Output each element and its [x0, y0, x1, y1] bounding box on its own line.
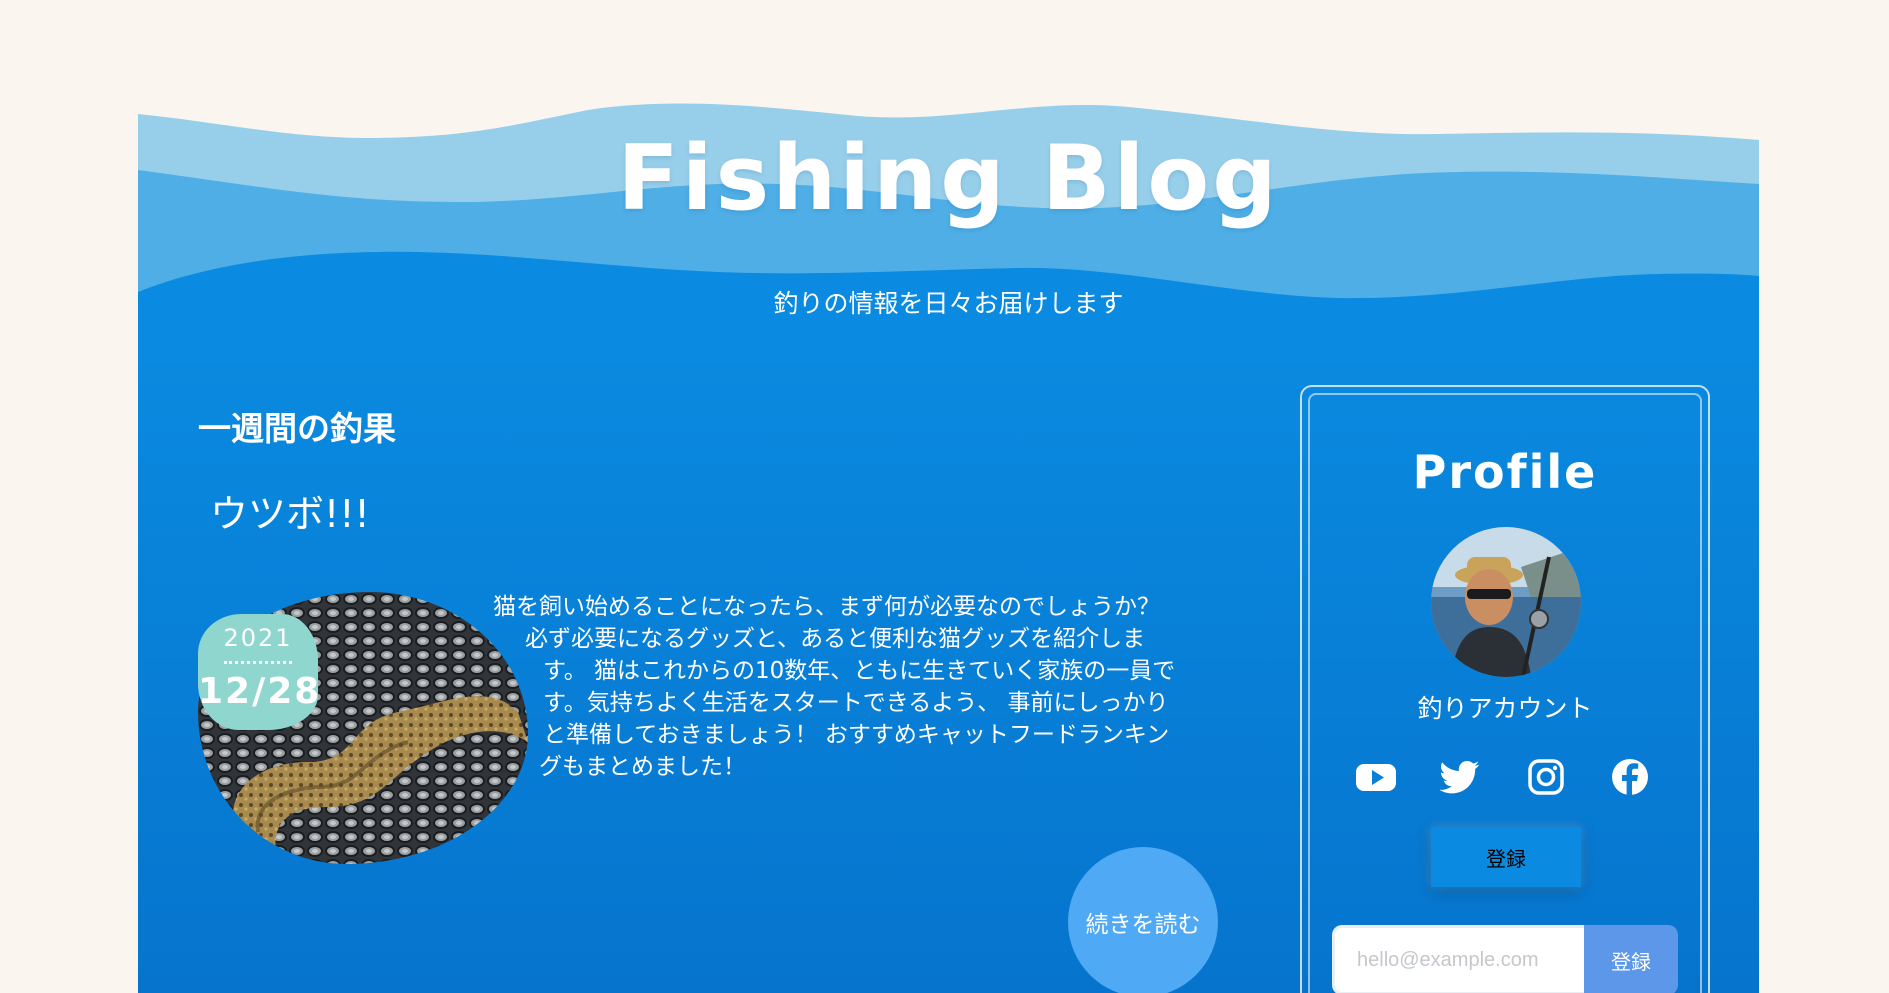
profile-sidebar: Profile 釣りアカウント 登録 hello@example.com 登録 — [1300, 385, 1710, 993]
site-tagline: 釣りの情報を日々お届けします — [773, 289, 1124, 318]
site-container: Fishing Blog 釣りの情報を日々お届けします 一週間の釣果 ウツボ!!… — [138, 100, 1759, 993]
avatar[interactable] — [1431, 527, 1581, 677]
email-submit-button[interactable]: 登録 — [1584, 925, 1678, 993]
email-field[interactable] — [1332, 925, 1584, 993]
section-heading: 一週間の釣果 — [198, 409, 396, 448]
twitter-icon[interactable] — [1439, 757, 1480, 797]
excerpt-line: す。気持ちよく生活をスタートできるよう、 事前にしっかり — [543, 690, 1169, 716]
post-excerpt: 猫を飼い始めることになったら、まず何が必要なのでしょうか？ 必ず必要になるグッズ… — [493, 592, 1363, 832]
excerpt-line: 猫を飼い始めることになったら、まず何が必要なのでしょうか？ — [493, 594, 1160, 620]
profile-title: Profile — [1412, 445, 1598, 499]
subscribe-button[interactable]: 登録 — [1431, 827, 1581, 887]
excerpt-line: グもまとめました！ — [539, 754, 746, 780]
instagram-icon[interactable] — [1526, 757, 1566, 797]
post-title[interactable]: ウツボ!!! — [210, 483, 370, 538]
site-title[interactable]: Fishing Blog — [138, 126, 1759, 231]
excerpt-line: と準備しておきましょう！ おすすめキャットフードランキン — [543, 722, 1170, 748]
date-separator — [224, 661, 292, 664]
date-day: 12/28 — [198, 671, 322, 712]
site-header: Fishing Blog 釣りの情報を日々お届けします — [138, 100, 1759, 346]
date-year: 2021 — [223, 624, 293, 652]
account-name: 釣りアカウント — [1417, 694, 1593, 723]
youtube-icon[interactable] — [1356, 757, 1396, 797]
facebook-icon[interactable] — [1610, 757, 1650, 797]
post-date-badge: 2021 12/28 — [198, 614, 322, 730]
excerpt-line: す。 猫はこれからの10数年、ともに生きていく家族の一員で — [543, 658, 1176, 684]
excerpt-line: 必ず必要になるグッズと、あると便利な猫グッズを紹介しま — [525, 626, 1146, 652]
read-more-button[interactable]: 続きを読む — [1068, 847, 1218, 993]
